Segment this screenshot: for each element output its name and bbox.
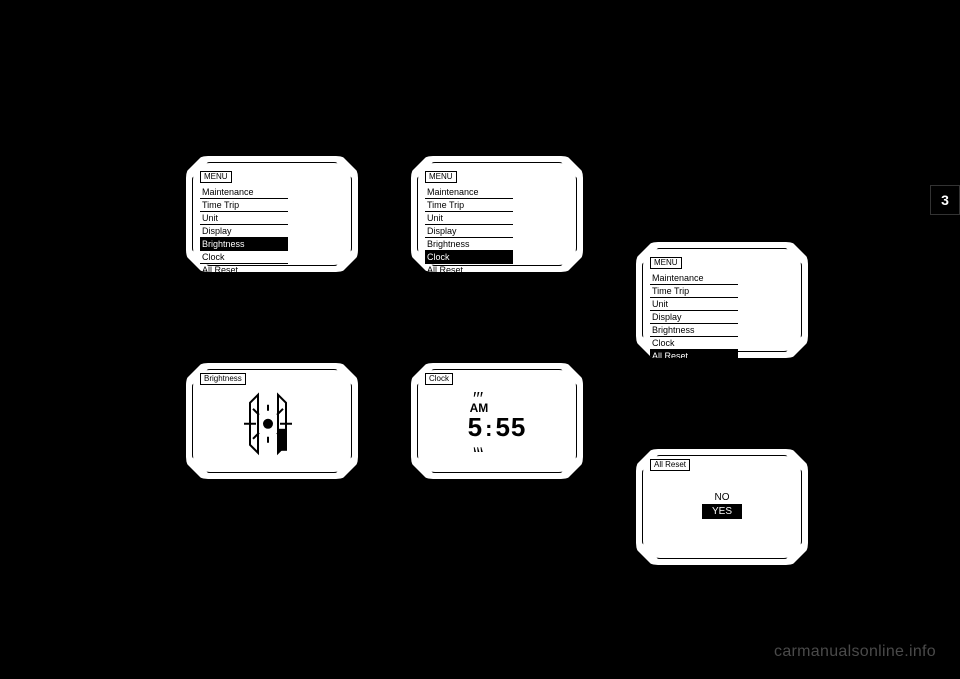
menu-item: Display bbox=[425, 225, 513, 238]
menu-title: MENU bbox=[425, 171, 457, 183]
menu-item: Brightness bbox=[650, 324, 738, 337]
watermark: carmanualsonline.info bbox=[774, 643, 936, 661]
brightness-icon bbox=[232, 389, 312, 459]
menu-title: MENU bbox=[650, 257, 682, 269]
menu-item: Time Trip bbox=[650, 285, 738, 298]
lcd-panel-brightness: Brightness bbox=[186, 363, 358, 479]
reset-option-no: NO bbox=[702, 491, 742, 505]
lcd-panel-allreset-confirm: All Reset NO YES bbox=[636, 449, 808, 565]
menu-item: Brightness bbox=[425, 238, 513, 251]
menu-item: Time Trip bbox=[200, 199, 288, 212]
flash-indicator-icon: ′′′ bbox=[473, 441, 483, 449]
page-section-tab: 3 bbox=[930, 185, 960, 215]
menu-item: All Reset bbox=[425, 264, 513, 277]
clock-colon: : bbox=[483, 417, 495, 441]
menu-title: MENU bbox=[200, 171, 232, 183]
menu-item: Time Trip bbox=[425, 199, 513, 212]
menu-item: Unit bbox=[200, 212, 288, 225]
menu-item: Clock bbox=[650, 337, 738, 350]
menu-item: Maintenance bbox=[200, 186, 288, 199]
allreset-title: All Reset bbox=[650, 459, 690, 471]
lcd-panel-menu-clock: MENU Maintenance Time Trip Unit Display … bbox=[411, 156, 583, 272]
menu-item-selected: Brightness bbox=[200, 238, 288, 251]
lcd-panel-menu-allreset: MENU Maintenance Time Trip Unit Display … bbox=[636, 242, 808, 358]
menu-item: Display bbox=[200, 225, 288, 238]
menu-item: Unit bbox=[650, 298, 738, 311]
brightness-title: Brightness bbox=[200, 373, 246, 385]
clock-minute: 55 bbox=[495, 412, 526, 442]
reset-option-yes: YES bbox=[702, 505, 742, 519]
menu-item-selected: All Reset bbox=[650, 350, 738, 363]
lcd-panel-menu-brightness: MENU Maintenance Time Trip Unit Display … bbox=[186, 156, 358, 272]
menu-item: Display bbox=[650, 311, 738, 324]
clock-title: Clock bbox=[425, 373, 453, 385]
menu-item: Clock bbox=[200, 251, 288, 264]
menu-item: Unit bbox=[425, 212, 513, 225]
lcd-panel-clock: Clock AM 5:55 ′′′ ′′′ bbox=[411, 363, 583, 479]
flash-indicator-icon: ′′′ bbox=[473, 395, 483, 403]
menu-item: Maintenance bbox=[425, 186, 513, 199]
menu-item: All Reset bbox=[200, 264, 288, 277]
menu-item-selected: Clock bbox=[425, 251, 513, 264]
menu-item: Maintenance bbox=[650, 272, 738, 285]
